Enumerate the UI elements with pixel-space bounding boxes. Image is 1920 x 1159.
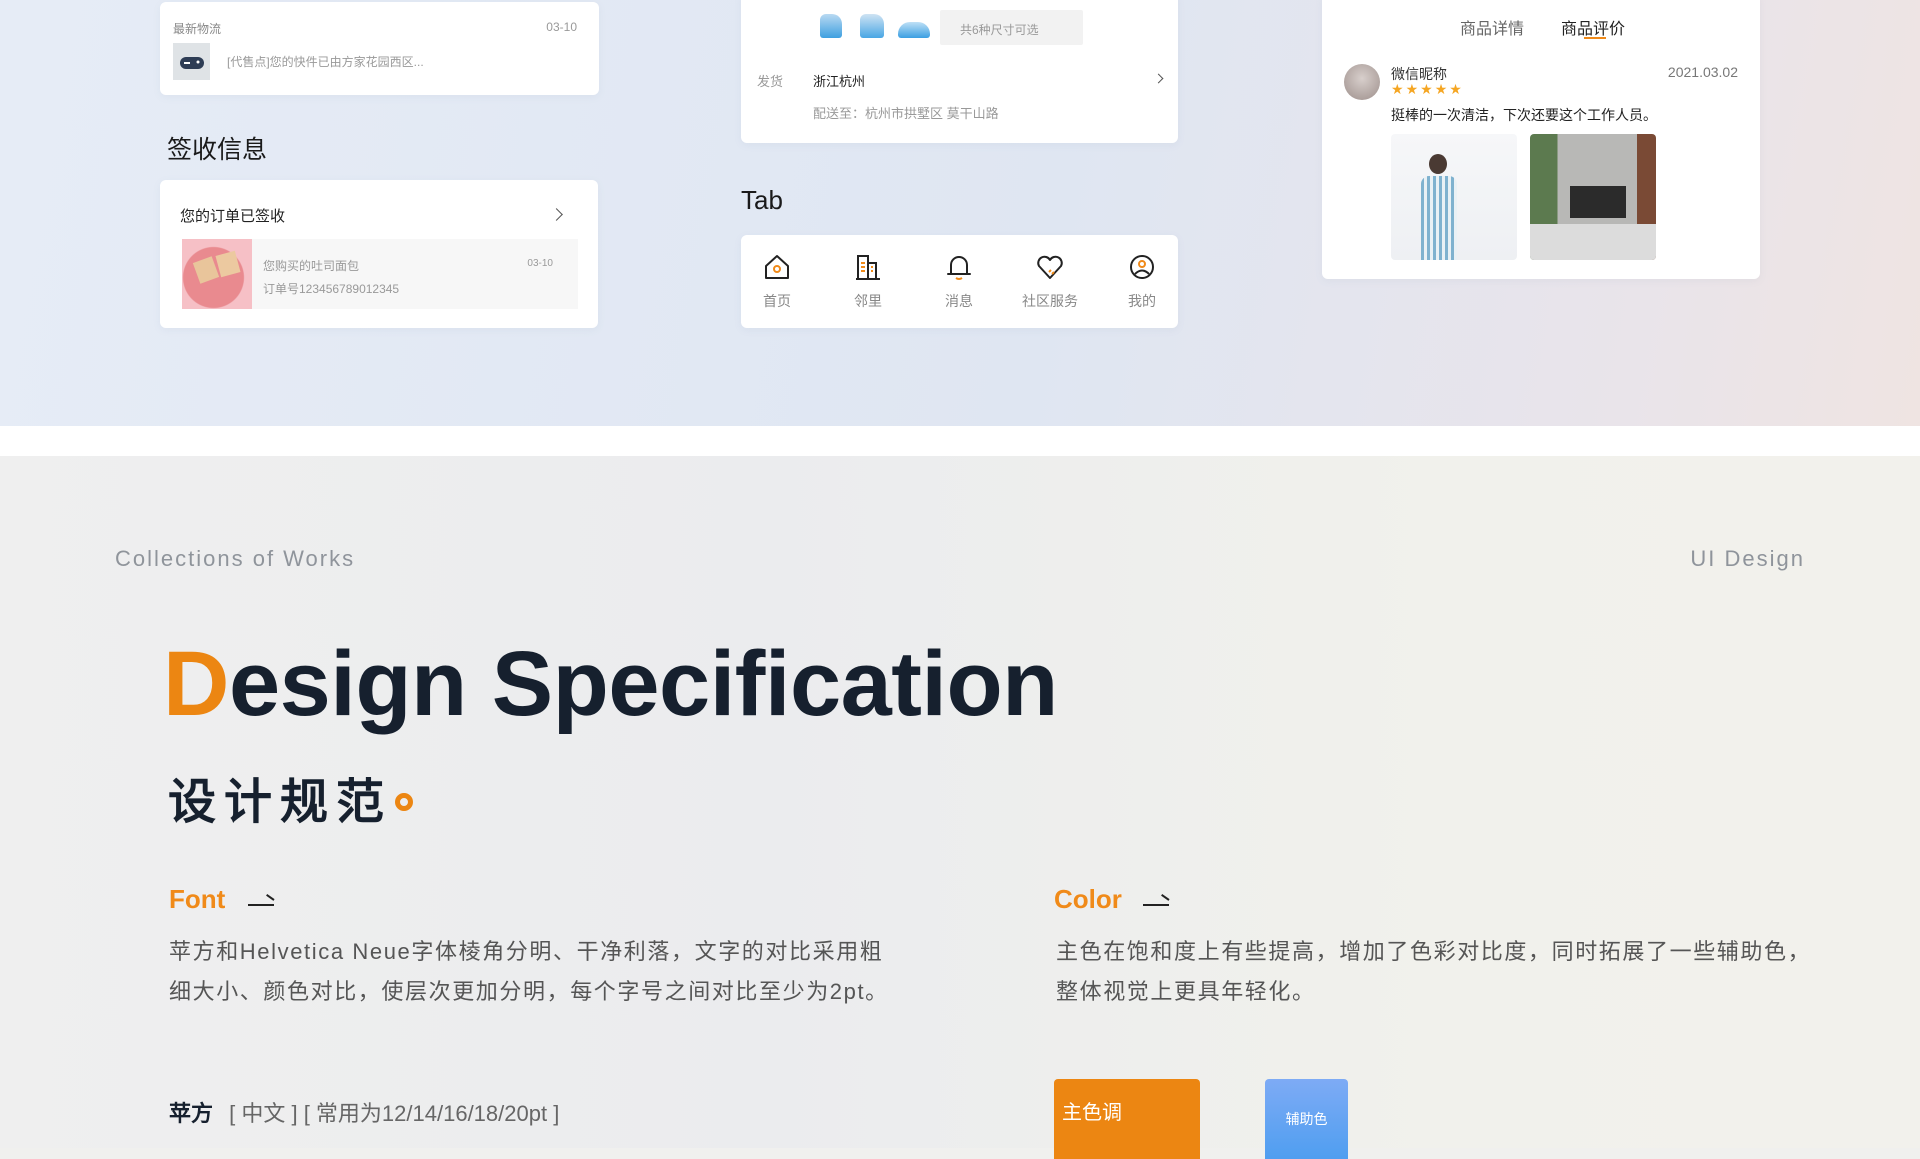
bell-icon <box>947 256 971 280</box>
secondary-color-swatch: 辅助色 <box>1265 1079 1348 1159</box>
font-description: 苹方和Helvetica Neue字体棱角分明、干净利落，文字的对比采用粗 细大… <box>169 932 889 1012</box>
tab-label: 消息 <box>945 293 973 309</box>
accent-dot <box>395 793 413 811</box>
star-icon: ★ <box>1391 81 1404 97</box>
secondary-color-label: 辅助色 <box>1285 1111 1328 1127</box>
title-rest: esign Specification <box>228 633 1058 735</box>
star-icon: ★ <box>1434 81 1448 97</box>
tab-messages[interactable]: 消息 <box>919 235 999 328</box>
tab-label: 邻里 <box>854 293 882 309</box>
shoe-image[interactable] <box>820 14 842 38</box>
star-icon: ★ <box>1449 81 1462 97</box>
color-description-line: 主色在饱和度上有些提高，增加了色彩对比度，同时拓展了一些辅助色， <box>1056 939 1812 964</box>
product-name: 您购买的吐司面包 <box>263 259 360 273</box>
logistics-date: 03-10 <box>546 20 577 34</box>
tab-bar: 首页 邻里 消息 社区服务 我的 <box>741 235 1178 328</box>
tab-section-title: Tab <box>741 185 783 215</box>
shoe-image[interactable] <box>898 22 930 38</box>
tab-product-details[interactable]: 商品详情 <box>1460 15 1524 39</box>
font-heading: Font <box>169 884 226 914</box>
collections-caption: Collections of Works <box>115 546 356 571</box>
receipt-status: 您的订单已签收 <box>180 208 286 225</box>
shipping-card: 共6种尺寸可选 发货 浙江杭州 配送至：杭州市拱墅区 莫干山路 <box>741 0 1178 143</box>
receipt-section-title: 签收信息 <box>167 136 268 164</box>
active-tab-indicator <box>1584 37 1606 39</box>
order-number: 订单号123456789012345 <box>263 282 400 296</box>
primary-color-label: 主色调 <box>1062 1102 1122 1124</box>
tab-product-reviews[interactable]: 商品评价 <box>1561 15 1625 39</box>
star-icon: ★ <box>1405 81 1419 97</box>
ui-design-caption: UI Design <box>1690 546 1805 571</box>
tab-neighbors[interactable]: 邻里 <box>828 235 908 328</box>
review-photo[interactable] <box>1391 134 1517 260</box>
shoe-image[interactable] <box>860 14 884 38</box>
chevron-right-icon[interactable] <box>1153 73 1164 84</box>
order-date: 03-10 <box>527 258 553 269</box>
game-thumbnail <box>173 43 210 80</box>
tab-community-service[interactable]: 社区服务 <box>1010 235 1090 328</box>
chevron-right-icon[interactable] <box>550 208 563 221</box>
review-photo[interactable] <box>1530 134 1656 260</box>
tab-label: 首页 <box>763 293 791 309</box>
star-rating: ★ ★ ★ ★ ★ <box>1391 81 1464 99</box>
font-sizes: [ 中文 ] [ 常用为12/14/16/18/20pt ] <box>229 1101 560 1126</box>
color-heading: Color <box>1054 884 1122 914</box>
shoe-thumbnails[interactable] <box>820 14 930 40</box>
review-card: 商品详情 商品评价 微信昵称 2021.03.02 ★ ★ ★ ★ ★ 挺棒的一次清洁，… <box>1322 0 1760 279</box>
user-icon <box>1130 255 1154 279</box>
title-initial: D <box>163 633 229 735</box>
review-comment: 挺棒的一次清洁，下次还要这个工作人员。 <box>1391 107 1657 123</box>
page-subtitle: 设计规范 <box>168 776 393 829</box>
ship-from: 浙江杭州 <box>813 74 866 89</box>
font-family-row: 苹方 [ 中文 ] [ 常用为12/14/16/18/20pt ] <box>169 1096 559 1128</box>
color-description: 主色在饱和度上有些提高，增加了色彩对比度，同时拓展了一些辅助色， 整体视觉上更具… <box>1056 932 1811 1012</box>
divider-band <box>0 426 1920 456</box>
font-description-line: 细大小、颜色对比，使层次更加分明，每个字号之间对比至少为2pt。 <box>169 979 889 1004</box>
logistics-message: [代售点]您的快件已由方家花园西区... <box>227 55 424 69</box>
primary-color-swatch: 主色调 <box>1054 1079 1200 1159</box>
font-family-name: 苹方 <box>169 1101 214 1126</box>
home-icon <box>765 255 789 279</box>
building-icon <box>856 255 880 280</box>
page-title: Design Specification <box>163 632 1058 737</box>
heart-hand-icon <box>1037 255 1063 279</box>
arrow-right-icon <box>248 904 274 906</box>
size-options-chip[interactable]: 共6种尺寸可选 <box>940 10 1083 45</box>
tab-label: 社区服务 <box>1022 293 1078 309</box>
order-row[interactable]: 您购买的吐司面包 订单号123456789012345 03-10 <box>182 239 578 309</box>
tab-label: 我的 <box>1128 293 1156 309</box>
tab-mine[interactable]: 我的 <box>1102 235 1182 328</box>
star-icon: ★ <box>1420 81 1433 97</box>
tab-home[interactable]: 首页 <box>737 235 817 328</box>
review-date: 2021.03.02 <box>1667 64 1738 80</box>
gamepad-icon <box>179 56 204 69</box>
logistics-card[interactable]: 最新物流 03-10 [代售点]您的快件已由方家花园西区... <box>160 2 599 95</box>
avatar[interactable] <box>1344 64 1380 100</box>
receipt-card[interactable]: 您的订单已签收 您购买的吐司面包 订单号123456789012345 03-1… <box>160 180 598 328</box>
ship-label: 发货 <box>757 74 784 89</box>
color-description-line: 整体视觉上更具年轻化。 <box>1056 979 1316 1004</box>
arrow-right-icon <box>1143 904 1169 906</box>
font-description-line: 苹方和Helvetica Neue字体棱角分明、干净利落，文字的对比采用粗 <box>169 939 884 964</box>
deliver-to: 配送至：杭州市拱墅区 莫干山路 <box>813 106 999 121</box>
product-image <box>182 239 252 309</box>
logistics-title: 最新物流 <box>173 22 222 36</box>
